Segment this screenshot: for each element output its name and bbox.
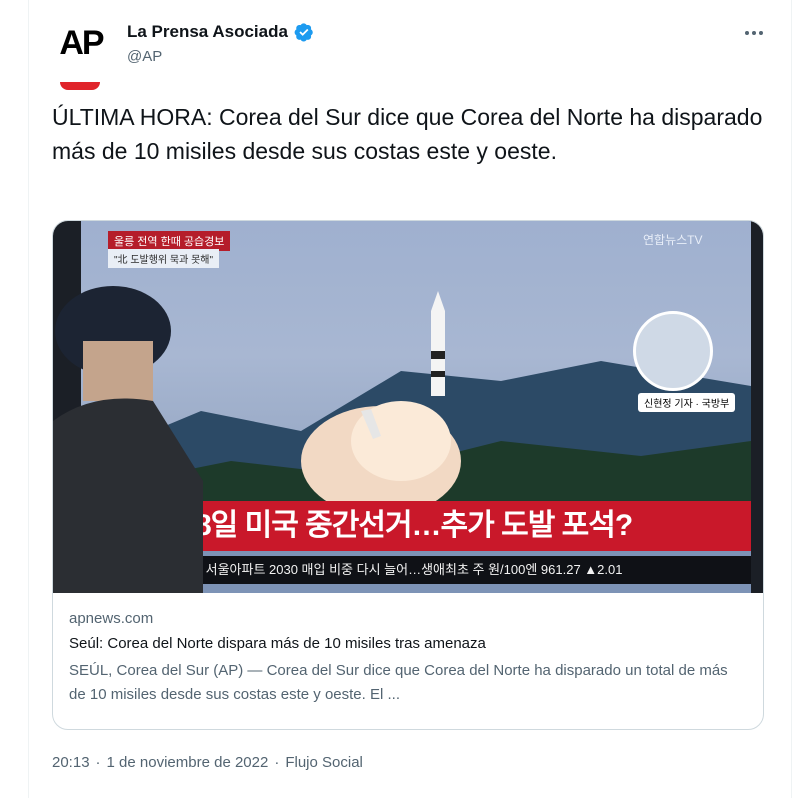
verified-badge-icon bbox=[294, 22, 314, 42]
separator: · bbox=[95, 754, 101, 771]
ap-logo: AP bbox=[59, 24, 104, 62]
ap-logo-swoosh bbox=[60, 82, 100, 90]
author-row: La Prensa Asociada bbox=[127, 22, 314, 42]
tv-channel-logo: 연합뉴스TV bbox=[643, 233, 703, 247]
author-display-name[interactable]: La Prensa Asociada bbox=[127, 22, 288, 42]
link-title: Seúl: Corea del Norte dispara más de 10 … bbox=[69, 635, 486, 652]
tv-headline: 8일 미국 중간선거…추가 도발 포석? bbox=[183, 501, 751, 551]
link-preview-image: 울릉 전역 한때 공습경보 "北 도발행위 묵과 못해" 연합뉴스TV 신현정 … bbox=[53, 221, 763, 593]
tv-red-tag: 울릉 전역 한때 공습경보 bbox=[108, 231, 231, 251]
tweet-text: ÚLTIMA HORA: Corea del Sur dice que Core… bbox=[52, 104, 763, 164]
separator: · bbox=[274, 754, 280, 771]
reporter-portrait bbox=[633, 311, 713, 391]
viewer-silhouette bbox=[53, 286, 203, 593]
reporter-label: 신현정 기자 · 국방부 bbox=[638, 393, 736, 412]
avatar[interactable]: AP bbox=[52, 18, 110, 90]
more-options-icon[interactable] bbox=[742, 26, 766, 40]
link-preview-card[interactable]: 울릉 전역 한때 공습경보 "北 도발행위 묵과 못해" 연합뉴스TV 신현정 … bbox=[52, 220, 764, 730]
tweet-time[interactable]: 20:13 bbox=[52, 754, 90, 771]
link-domain: apnews.com bbox=[69, 610, 154, 627]
tweet-metadata: 20:13 · 1 de noviembre de 2022 · Flujo S… bbox=[52, 754, 363, 771]
tweet-source[interactable]: Flujo Social bbox=[285, 754, 363, 771]
link-preview-meta: apnews.com Seúl: Corea del Norte dispara… bbox=[53, 593, 763, 729]
tweet-date[interactable]: 1 de noviembre de 2022 bbox=[107, 754, 269, 771]
tv-white-tag: "北 도발행위 묵과 못해" bbox=[108, 249, 220, 268]
tv-ticker: → 서울아파트 2030 매입 비중 다시 늘어…생애최초 주 원/100엔 9… bbox=[183, 556, 751, 584]
link-description: SEÚL, Corea del Sur (AP) — Corea del Sur… bbox=[69, 662, 728, 703]
author-handle[interactable]: @AP bbox=[127, 48, 162, 65]
